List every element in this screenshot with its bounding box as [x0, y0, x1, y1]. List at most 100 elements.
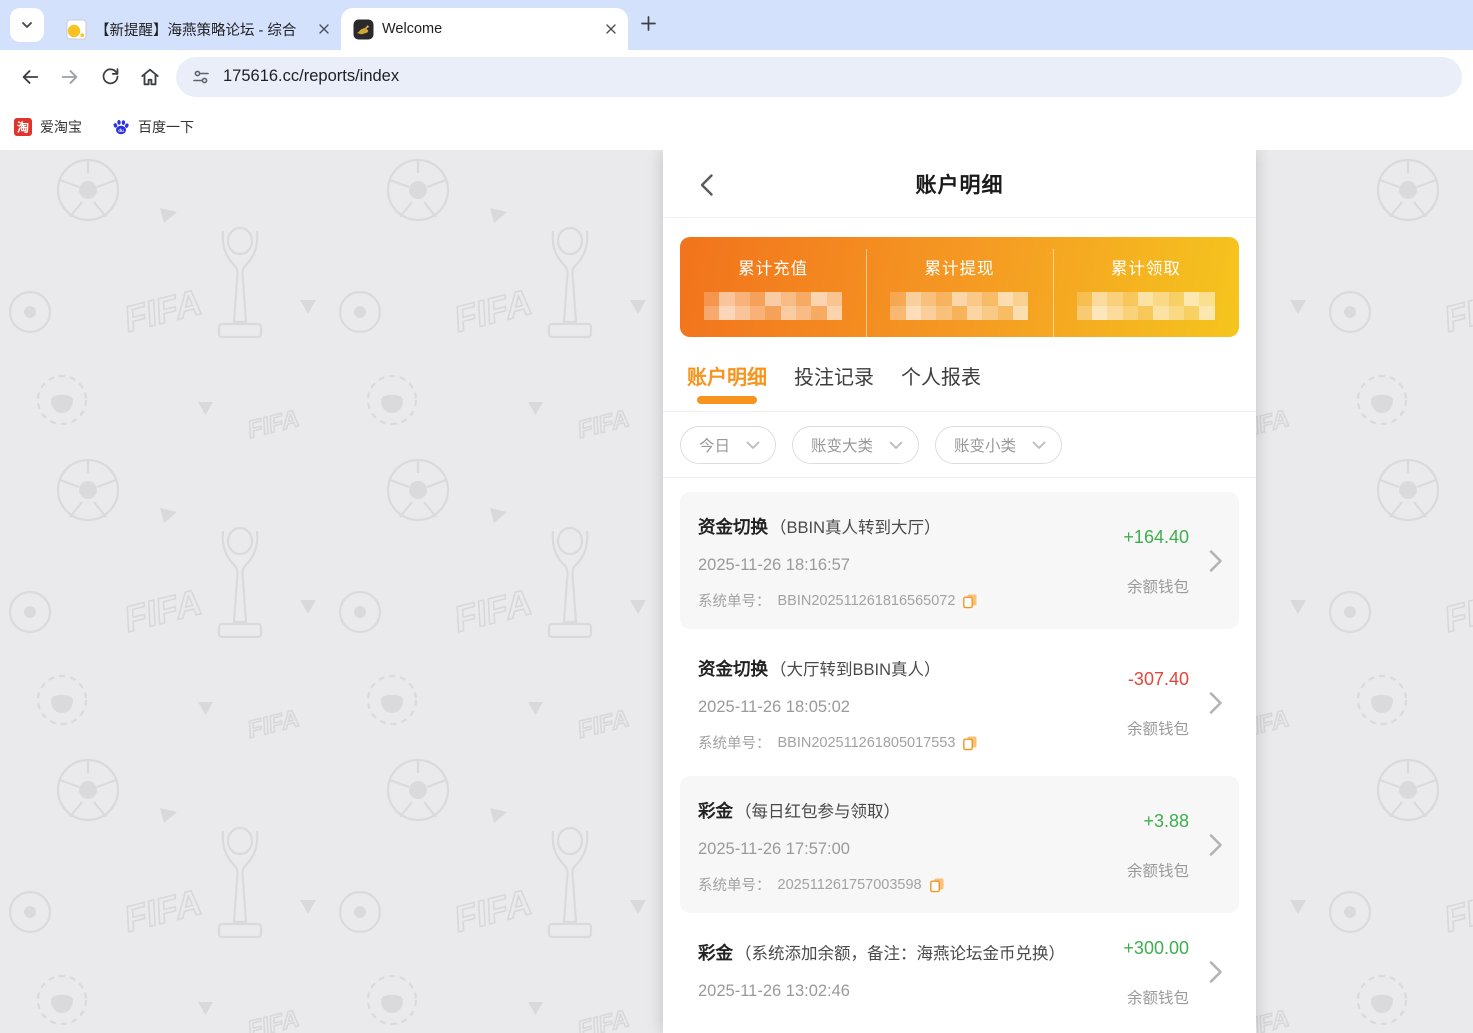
censored-value	[890, 291, 1029, 320]
transaction-info: 彩金 （每日红包参与领取） 2025-11-26 17:57:00 系统单号： 20…	[698, 796, 1093, 895]
chevron-right-icon	[1209, 833, 1222, 856]
copy-icon[interactable]	[962, 593, 978, 609]
item-wallet: 余额钱包	[1126, 720, 1189, 738]
item-note: （大厅转到BBIN真人）	[770, 661, 941, 679]
tab-title: Welcome	[382, 21, 443, 37]
item-wallet: 余额钱包	[1126, 578, 1189, 596]
chevron-down-icon	[746, 441, 760, 449]
bookmark-label: 百度一下	[138, 118, 194, 135]
stat-label: 累计充值	[738, 259, 809, 278]
reload-button[interactable]	[90, 57, 130, 97]
item-amount: +164.40	[1123, 526, 1189, 547]
transaction-list: 资金切换 （BBIN真人转到大厅） 2025-11-26 18:16:57 系统单…	[663, 478, 1256, 1026]
tab-close-icon[interactable]	[315, 20, 333, 38]
stat-label: 累计领取	[1110, 259, 1181, 278]
svg-text:du: du	[118, 128, 124, 133]
item-type: 资金切换	[698, 517, 768, 537]
url-bar[interactable]: 175616.cc/reports/index	[176, 56, 1462, 97]
account-detail-panel: 账户明细 累计充值 累计提现 累计领取 账户明细 投注记录 个人报表 今日 账变…	[663, 150, 1256, 1033]
item-order-row: 系统单号： BBIN202511261805017553	[698, 732, 1087, 753]
reload-icon	[102, 68, 118, 85]
taobao-icon: 淘	[14, 117, 32, 136]
forward-button[interactable]	[50, 57, 90, 97]
item-datetime: 2025-11-26 18:16:57	[698, 556, 850, 574]
copy-icon[interactable]	[962, 735, 978, 751]
tab-close-icon[interactable]	[602, 20, 620, 38]
tab-title: 【新提醒】海燕策略论坛 - 综合	[95, 22, 297, 39]
chevron-down-icon	[22, 22, 32, 28]
home-button[interactable]	[130, 57, 170, 97]
item-datetime: 2025-11-26 18:05:02	[698, 698, 850, 716]
transaction-amount-block: +3.88 余额钱包	[1093, 796, 1221, 895]
chevron-left-icon	[700, 174, 713, 196]
chevron-right-icon	[1209, 549, 1222, 572]
tab-account-detail[interactable]: 账户明细	[687, 361, 767, 411]
item-wallet: 余额钱包	[1126, 990, 1189, 1007]
transaction-row[interactable]: 资金切换 （BBIN真人转到大厅） 2025-11-26 18:16:57 系统单…	[680, 492, 1239, 629]
stat-total-deposit: 累计充值	[680, 255, 866, 320]
item-note: （每日红包参与领取）	[735, 803, 900, 821]
site-settings-icon	[193, 70, 209, 83]
browser-toolbar: 175616.cc/reports/index	[0, 50, 1473, 103]
stat-label: 累计提现	[924, 259, 995, 278]
transaction-amount-block: +300.00 余额钱包	[1093, 938, 1221, 1008]
panel-header: 账户明细	[663, 150, 1256, 218]
censored-value	[1076, 291, 1215, 320]
svg-text:淘: 淘	[17, 119, 29, 134]
copy-icon[interactable]	[929, 877, 945, 893]
web-page: FIFA FIFA 账户明细 累计充值	[0, 150, 1473, 1033]
filters-row: 今日 账变大类 账变小类	[663, 412, 1256, 478]
back-button[interactable]	[10, 57, 50, 97]
chevron-down-icon	[1032, 441, 1046, 449]
item-note: （BBIN真人转到大厅）	[770, 519, 941, 537]
transaction-row[interactable]: 资金切换 （大厅转到BBIN真人） 2025-11-26 18:05:02 系统单…	[680, 634, 1239, 771]
item-datetime: 2025-11-26 13:02:46	[698, 982, 850, 1000]
item-note: （系统添加余额，备注：海燕论坛金币兑换）	[735, 945, 1065, 963]
filter-label: 今日	[699, 438, 731, 455]
order-label: 系统单号：	[698, 594, 771, 610]
browser-tab-welcome[interactable]: Welcome	[341, 8, 628, 50]
transaction-row[interactable]: 彩金 （系统添加余额，备注：海燕论坛金币兑换） 2025-11-26 13:02:…	[680, 918, 1239, 1026]
url-text: 175616.cc/reports/index	[223, 67, 400, 85]
bookmark-taobao[interactable]: 淘 爱淘宝	[14, 117, 82, 137]
home-icon	[141, 68, 159, 85]
tab-search-button[interactable]	[10, 8, 44, 42]
censored-value	[704, 291, 843, 320]
item-amount: -307.40	[1127, 668, 1189, 689]
baidu-paw-icon: du	[113, 119, 129, 134]
browser-tab-forum[interactable]: 【新提醒】海燕策略论坛 - 综合	[54, 8, 341, 50]
item-amount: +3.88	[1143, 810, 1189, 831]
transaction-info: 彩金 （系统添加余额，备注：海燕论坛金币兑换） 2025-11-26 13:02:…	[698, 938, 1093, 1008]
page-back-button[interactable]	[693, 172, 719, 198]
chevron-down-icon	[889, 441, 903, 449]
filter-date-dropdown[interactable]: 今日	[680, 426, 777, 464]
item-wallet: 余额钱包	[1126, 862, 1189, 880]
golden-animal-icon	[353, 19, 374, 39]
filter-minor-type-dropdown[interactable]: 账变小类	[935, 426, 1063, 464]
bookmark-baidu[interactable]: du 百度一下	[112, 117, 194, 137]
filter-label: 账变小类	[954, 438, 1017, 455]
order-label: 系统单号：	[698, 736, 771, 752]
browser-tab-strip: 【新提醒】海燕策略论坛 - 综合 Welcome	[0, 0, 1473, 50]
transaction-amount-block: -307.40 余额钱包	[1093, 654, 1221, 753]
order-number: BBIN202511261805017553	[777, 734, 956, 751]
order-number: BBIN202511261816565072	[777, 592, 956, 609]
filter-major-type-dropdown[interactable]: 账变大类	[792, 426, 920, 464]
transaction-info: 资金切换 （BBIN真人转到大厅） 2025-11-26 18:16:57 系统单…	[698, 512, 1093, 611]
stat-total-claimed: 累计领取	[1052, 248, 1239, 346]
item-order-row: 系统单号： BBIN202511261816565072	[698, 590, 1087, 611]
item-type: 彩金	[698, 801, 733, 821]
tab-personal-report[interactable]: 个人报表	[901, 361, 981, 411]
new-tab-button[interactable]	[640, 15, 657, 37]
bookmarks-bar: 淘 爱淘宝 du 百度一下	[0, 103, 1473, 150]
chevron-right-icon	[1209, 691, 1222, 714]
chevron-right-icon	[1209, 961, 1222, 983]
transaction-amount-block: +164.40 余额钱包	[1093, 512, 1221, 611]
report-tabs: 账户明细 投注记录 个人报表	[663, 337, 1256, 412]
filter-label: 账变大类	[811, 438, 874, 455]
order-number: 202511261757003598	[777, 876, 922, 893]
item-datetime: 2025-11-26 17:57:00	[698, 840, 850, 858]
order-label: 系统单号：	[698, 878, 771, 894]
transaction-row[interactable]: 彩金 （每日红包参与领取） 2025-11-26 17:57:00 系统单号： 20…	[680, 776, 1239, 913]
tab-bet-records[interactable]: 投注记录	[794, 361, 874, 411]
